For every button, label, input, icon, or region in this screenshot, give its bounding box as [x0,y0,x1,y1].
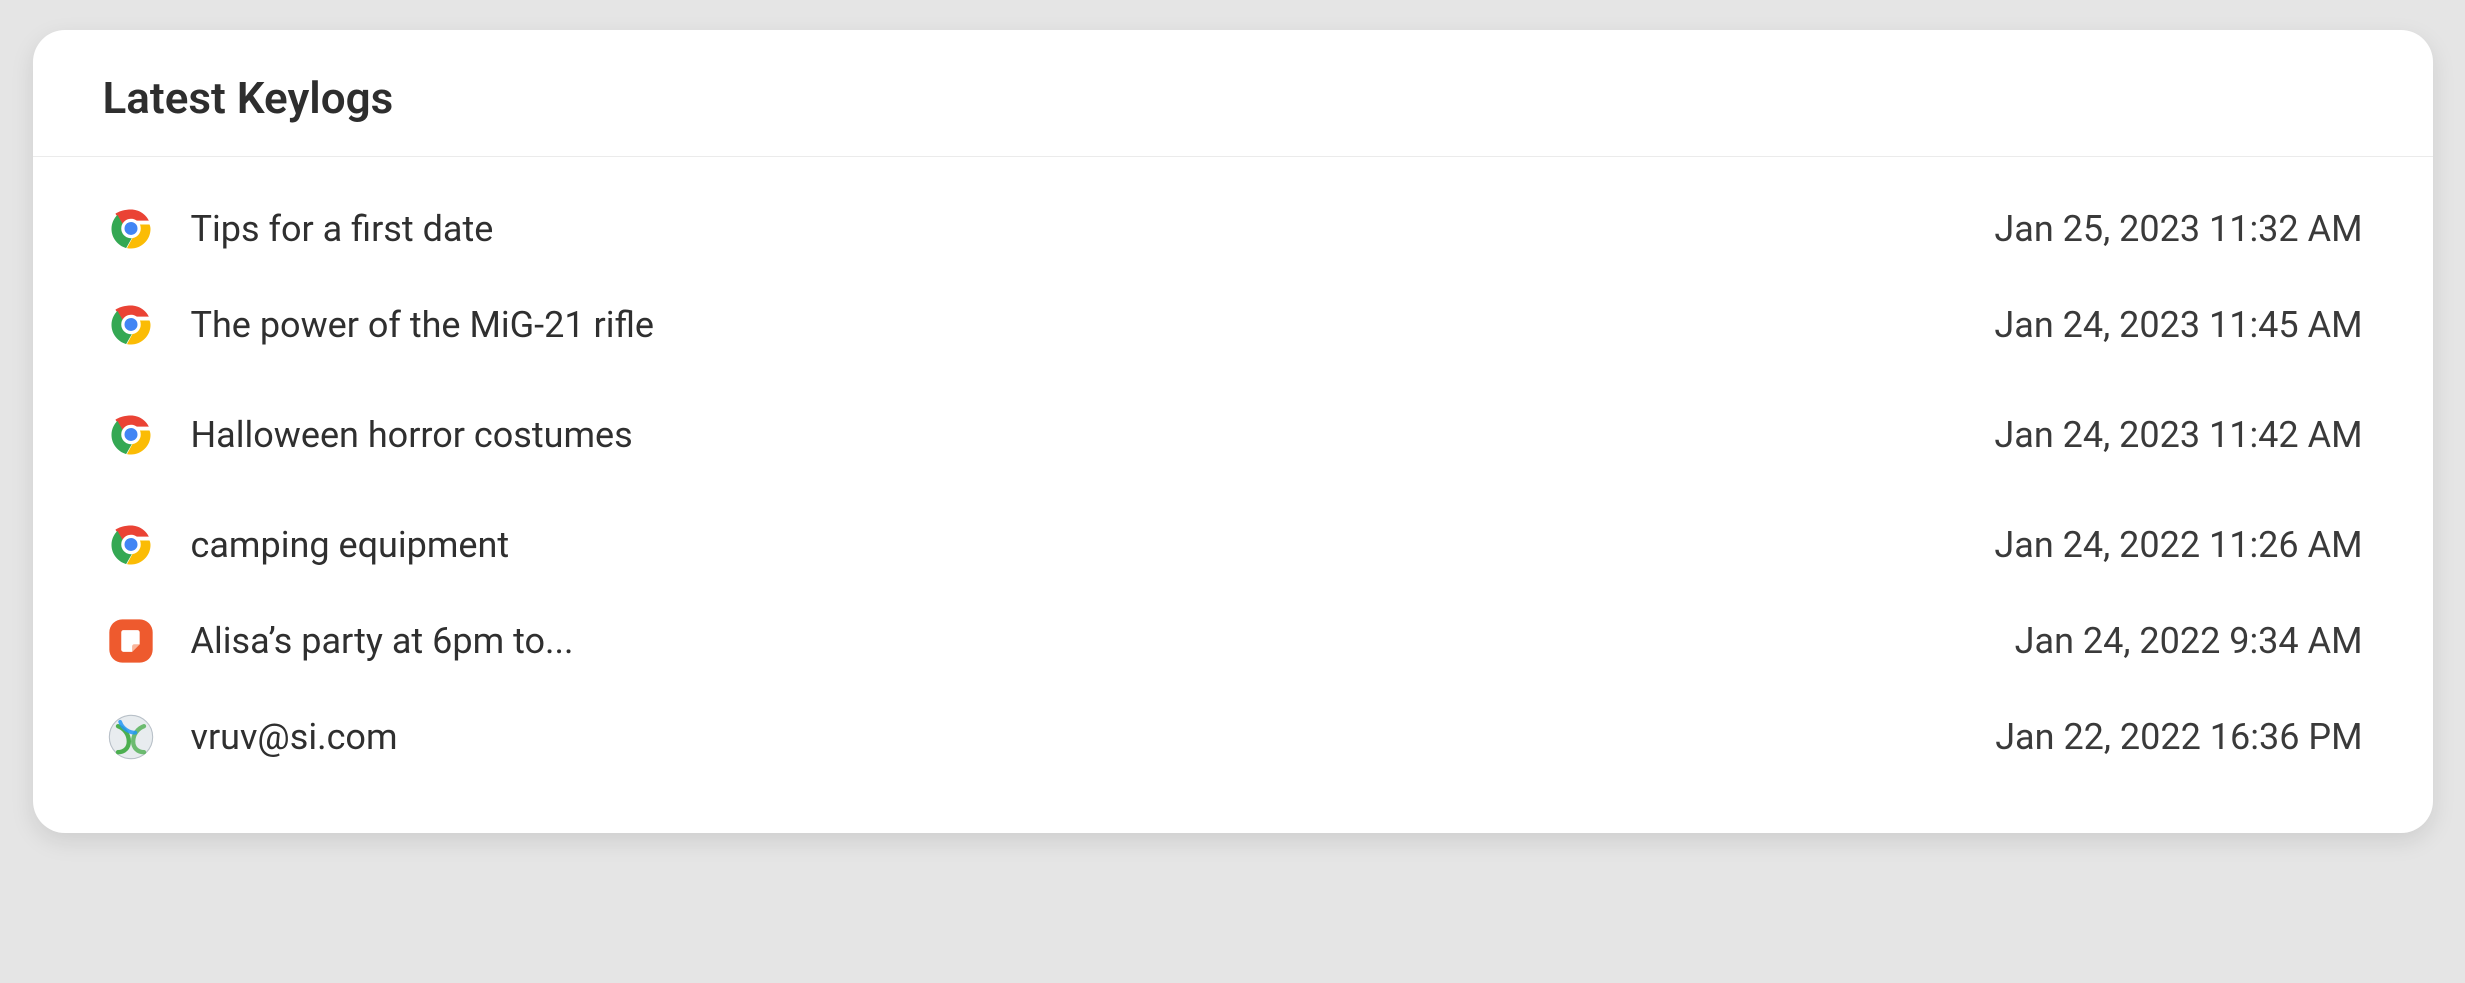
keylog-time: Jan 24, 2022 11:26 AM [1994,524,2362,566]
keylog-time: Jan 22, 2022 16:36 PM [1995,716,2362,758]
chrome-icon [103,517,159,573]
card-title: Latest Keylogs [103,72,2363,124]
keylog-time: Jan 24, 2022 9:34 AM [2015,620,2363,662]
keylog-text: vruv@si.com [191,716,1996,758]
list-item[interactable]: The power of the MiG-21 rifle Jan 24, 20… [103,277,2363,373]
list-item[interactable]: Alisa’s party at 6pm to... Jan 24, 2022 … [103,593,2363,689]
keylogs-card: Latest Keylogs Tips for a first date Jan… [33,30,2433,833]
note-app-icon [103,613,159,669]
keylog-text: Tips for a first date [191,208,1995,250]
list-item[interactable]: Tips for a first date Jan 25, 2023 11:32… [103,181,2363,277]
keylog-time: Jan 25, 2023 11:32 AM [1994,208,2362,250]
list-item[interactable]: Halloween horror costumes Jan 24, 2023 1… [103,387,2363,483]
keylog-text: camping equipment [191,524,1995,566]
keylog-text: Halloween horror costumes [191,414,1995,456]
list-item[interactable]: vruv@si.com Jan 22, 2022 16:36 PM [103,689,2363,785]
globe-app-icon [103,709,159,765]
card-header: Latest Keylogs [33,30,2433,157]
list-item[interactable]: camping equipment Jan 24, 2022 11:26 AM [103,497,2363,593]
chrome-icon [103,297,159,353]
keylog-time: Jan 24, 2023 11:45 AM [1994,304,2362,346]
keylogs-list: Tips for a first date Jan 25, 2023 11:32… [33,157,2433,833]
chrome-icon [103,201,159,257]
keylog-text: Alisa’s party at 6pm to... [191,620,2015,662]
keylog-text: The power of the MiG-21 rifle [191,304,1995,346]
chrome-icon [103,407,159,463]
keylog-time: Jan 24, 2023 11:42 AM [1994,414,2362,456]
